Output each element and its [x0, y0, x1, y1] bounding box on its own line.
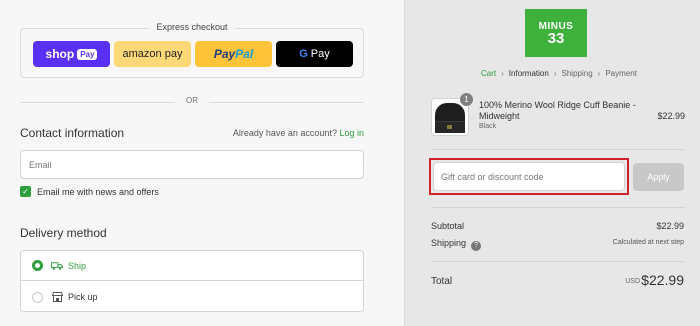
product-thumbnail: 1: [431, 93, 473, 136]
shipping-label: Shipping: [431, 238, 467, 248]
truck-icon: [51, 261, 63, 271]
newsletter-checkbox[interactable]: ✓: [20, 186, 31, 197]
divider: [431, 207, 685, 208]
amazon-pay-label: amazon pay: [122, 48, 183, 60]
logo-line-2: 33: [547, 30, 565, 47]
delivery-method-options: Ship Pick up: [20, 250, 364, 312]
account-prompt-text: Already have an account?: [232, 128, 337, 138]
pickup-radio[interactable]: [32, 291, 43, 303]
subtotal-value: $22.99: [656, 221, 684, 231]
or-text: OR: [186, 96, 198, 105]
or-divider: OR: [20, 96, 364, 108]
google-g-icon: G: [299, 48, 308, 60]
breadcrumb-cart[interactable]: Cart: [481, 69, 496, 78]
newsletter-option: ✓ Email me with news and offers: [20, 186, 159, 197]
shipping-row-label: Shipping?: [431, 238, 482, 251]
breadcrumb-information: Information: [508, 69, 549, 78]
discount-code-field[interactable]: [433, 162, 625, 191]
or-line-right: [209, 102, 364, 103]
express-checkout-box: Express checkout shop Pay amazon pay Pay…: [20, 22, 364, 78]
login-link[interactable]: Log in: [339, 128, 364, 138]
shipping-value: Calculated at next step: [612, 239, 684, 246]
divider: [431, 261, 685, 262]
breadcrumb: Cart › Information › Shipping › Payment: [481, 69, 637, 78]
discount-highlight: [429, 158, 629, 195]
apply-button[interactable]: Apply: [633, 163, 684, 191]
shop-pay-button[interactable]: shop Pay: [33, 41, 110, 67]
checkout-form-panel: Express checkout shop Pay amazon pay Pay…: [0, 0, 404, 326]
product-price: $22.99: [657, 111, 685, 121]
shop-pay-label: shop: [45, 47, 75, 61]
beanie-image: [435, 103, 465, 133]
product-name: 100% Merino Wool Ridge Cuff Beanie - Mid…: [479, 100, 636, 121]
breadcrumb-payment: Payment: [605, 69, 637, 78]
google-pay-button[interactable]: G Pay: [276, 41, 353, 67]
chevron-right-icon: ›: [501, 69, 504, 78]
breadcrumb-shipping: Shipping: [561, 69, 593, 78]
paypal-label-part2: Pal: [235, 47, 254, 61]
store-icon: [51, 292, 63, 302]
google-pay-label: Pay: [310, 48, 330, 60]
total-value: $22.99: [641, 272, 684, 288]
divider: [431, 149, 685, 150]
order-summary-panel: MINUS 33 Cart › Information › Shipping ›…: [404, 0, 700, 326]
express-checkout-title: Express checkout: [148, 22, 236, 32]
chevron-right-icon: ›: [597, 69, 601, 78]
paypal-label-part1: Pay: [213, 47, 236, 61]
delivery-option-pickup[interactable]: Pick up: [21, 282, 363, 312]
brand-logo[interactable]: MINUS 33: [525, 9, 587, 57]
cart-line-item: 1 100% Merino Wool Ridge Cuff Beanie - M…: [431, 93, 685, 138]
or-line-left: [20, 102, 175, 103]
ship-label: Ship: [68, 260, 87, 271]
total-label: Total: [431, 276, 453, 287]
quantity-badge: 1: [460, 93, 473, 106]
ship-radio[interactable]: [32, 260, 43, 271]
currency-code: USD: [625, 278, 640, 285]
chevron-right-icon: ›: [553, 69, 557, 78]
contact-information-heading: Contact information: [20, 126, 125, 140]
pickup-label: Pick up: [68, 292, 98, 302]
shop-pay-tag: Pay: [77, 48, 98, 60]
help-icon[interactable]: ?: [471, 240, 482, 251]
delivery-option-ship[interactable]: Ship: [21, 251, 363, 281]
login-prompt: Already have an account? Log in: [233, 128, 364, 138]
delivery-method-heading: Delivery method: [20, 226, 107, 240]
amazon-pay-button[interactable]: amazon pay: [114, 41, 191, 67]
email-field[interactable]: [20, 150, 364, 179]
product-variant: Black: [479, 123, 497, 130]
newsletter-label: Email me with news and offers: [37, 186, 159, 197]
paypal-button[interactable]: Pay Pal: [195, 41, 272, 67]
subtotal-label: Subtotal: [431, 221, 465, 231]
